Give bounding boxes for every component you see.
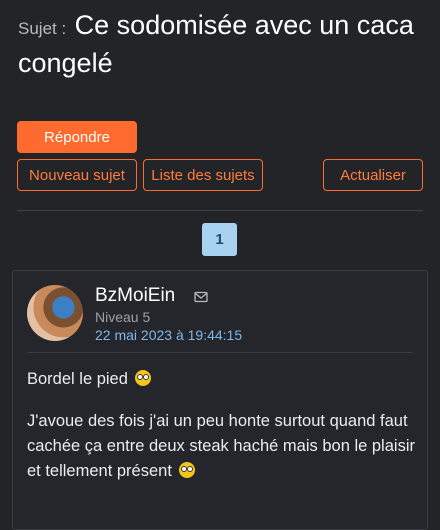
author-level: Niveau 5 [95,309,151,325]
mail-icon[interactable] [194,290,208,304]
topic-header: Sujet : Ce sodomisée avec un caca congel… [18,6,428,82]
divider [17,210,423,211]
topic-list-button[interactable]: Liste des sujets [143,159,263,191]
post-paragraph-1: Bordel le pied [27,367,417,392]
flushed-face-emoji [178,462,195,478]
reply-button[interactable]: Répondre [17,121,137,153]
new-topic-button[interactable]: Nouveau sujet [17,159,137,191]
author-name[interactable]: BzMoiEin [95,285,175,307]
post-text: J'avoue des fois j'ai un peu honte surto… [27,412,415,480]
post-text: Bordel le pied [27,370,128,388]
refresh-button[interactable]: Actualiser [323,159,423,191]
topic-title: Ce sodomisée avec un caca congelé [18,10,414,78]
flushed-face-emoji [134,370,151,386]
avatar[interactable] [27,285,83,341]
post-date[interactable]: 22 mai 2023 à 19:44:15 [95,327,242,343]
post-divider [27,352,413,353]
subject-label: Sujet : [18,19,67,38]
page-1-button[interactable]: 1 [202,223,237,256]
post-paragraph-2: J'avoue des fois j'ai un peu honte surto… [27,409,417,484]
forum-post: BzMoiEin Niveau 5 22 mai 2023 à 19:44:15… [12,270,428,530]
